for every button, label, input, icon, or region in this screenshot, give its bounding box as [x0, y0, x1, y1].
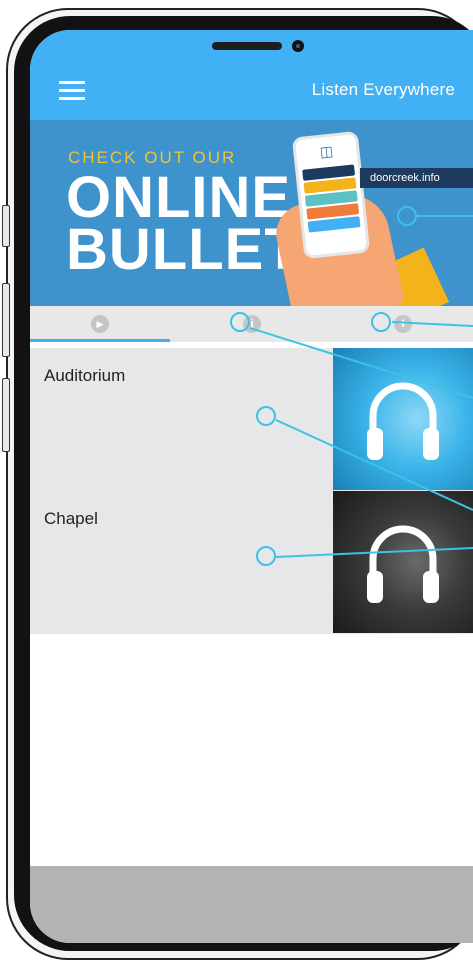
book-icon: ◫ [318, 142, 334, 160]
active-tab-indicator [30, 339, 170, 342]
phone-camera [292, 40, 304, 52]
phone-volume-up-button [2, 283, 10, 357]
phone-speaker [212, 42, 282, 50]
phone-side-button [2, 205, 10, 247]
callout-add-tab-marker [371, 312, 391, 332]
callout-info-tab-marker [230, 312, 250, 332]
headphones-icon [367, 525, 439, 603]
tab-info[interactable]: i [182, 306, 322, 342]
tab-bar: ▶ i + [30, 306, 473, 342]
tab-play[interactable]: ▶ [30, 306, 170, 342]
banner-phone-graphic: ◫ [291, 130, 371, 260]
callout-chapel-marker [256, 546, 276, 566]
channel-label: Chapel [44, 509, 98, 528]
phone-volume-down-button [2, 378, 10, 452]
hamburger-menu-icon[interactable] [59, 81, 85, 101]
callout-auditorium-marker [256, 406, 276, 426]
header-title: Listen Everywhere [311, 80, 455, 99]
headphones-icon [367, 382, 439, 460]
channel-item-chapel[interactable]: Chapel [30, 491, 473, 635]
channel-label: Auditorium [44, 366, 126, 385]
tab-add[interactable]: + [333, 306, 473, 342]
headphones-thumbnail [333, 348, 473, 490]
channel-item-auditorium[interactable]: Auditorium [30, 348, 473, 492]
phone-screen: Listen Everywhere CHECK OUT OUR ONLINE B… [30, 30, 473, 943]
play-icon: ▶ [91, 315, 109, 333]
callout-banner-marker [397, 206, 417, 226]
bottom-bar [30, 866, 473, 943]
banner-url: doorcreek.info [360, 168, 473, 188]
plus-icon: + [394, 315, 412, 333]
headphones-thumbnail [333, 491, 473, 633]
